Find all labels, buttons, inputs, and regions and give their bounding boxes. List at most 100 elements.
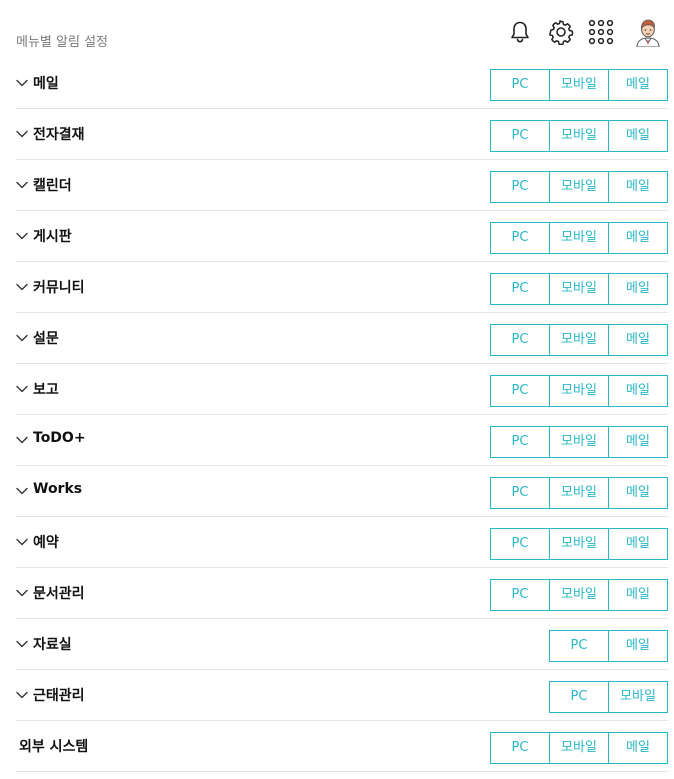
notify-channel-group: PC 모바일 메일	[490, 69, 668, 101]
notify-mobile-button[interactable]: 모바일	[549, 325, 608, 355]
menu-row: 보고 PC 모바일 메일	[16, 364, 668, 415]
menu-label[interactable]: 캘린더	[33, 175, 72, 195]
chevron-down-icon[interactable]	[16, 538, 28, 546]
menu-row: 커뮤니티 PC 모바일 메일	[16, 262, 668, 313]
notify-channel-group: PC 모바일 메일	[490, 222, 668, 254]
menu-label[interactable]: 설문	[33, 328, 59, 348]
menu-list: 메일 PC 모바일 메일 전자결재 PC 모바일 메일 캘린더 PC 모바일 메일 게시판 PC 모바일 메일…	[16, 58, 668, 772]
notify-pc-button[interactable]: PC	[550, 631, 608, 661]
menu-label[interactable]: 근태관리	[33, 685, 85, 705]
chevron-down-icon[interactable]	[16, 232, 28, 240]
notify-mail-button[interactable]: 메일	[608, 376, 667, 406]
menu-row: 자료실 PC 메일	[16, 619, 668, 670]
notify-pc-button[interactable]: PC	[491, 70, 549, 100]
notify-channel-group: PC 모바일 메일	[490, 477, 668, 509]
notify-mobile-button[interactable]: 모바일	[549, 427, 608, 457]
notify-mobile-button[interactable]: 모바일	[549, 733, 608, 763]
gear-icon[interactable]	[547, 18, 575, 46]
notify-mobile-button[interactable]: 모바일	[549, 478, 608, 508]
notify-mail-button[interactable]: 메일	[608, 325, 667, 355]
menu-label[interactable]: 게시판	[33, 226, 72, 246]
menu-row: 외부 시스템 PC 모바일 메일	[16, 721, 668, 772]
avatar[interactable]	[633, 17, 663, 47]
menu-label[interactable]: ToDO+	[33, 430, 86, 446]
menu-row: 예약 PC 모바일 메일	[16, 517, 668, 568]
notify-channel-group: PC 메일	[549, 630, 668, 662]
notify-channel-group: PC 모바일 메일	[490, 120, 668, 152]
notify-channel-group: PC 모바일 메일	[490, 528, 668, 560]
menu-label[interactable]: 메일	[33, 73, 59, 93]
notify-mobile-button[interactable]: 모바일	[549, 376, 608, 406]
menu-label[interactable]: 예약	[33, 532, 59, 552]
chevron-down-icon[interactable]	[16, 283, 28, 291]
notify-channel-group: PC 모바일 메일	[490, 732, 668, 764]
chevron-down-icon[interactable]	[16, 640, 28, 648]
menu-label[interactable]: 보고	[33, 379, 59, 399]
chevron-down-icon[interactable]	[16, 589, 28, 597]
notify-pc-button[interactable]: PC	[491, 223, 549, 253]
notify-channel-group: PC 모바일 메일	[490, 273, 668, 305]
notify-pc-button[interactable]: PC	[491, 274, 549, 304]
menu-row: 문서관리 PC 모바일 메일	[16, 568, 668, 619]
chevron-down-icon[interactable]	[16, 487, 28, 495]
notify-pc-button[interactable]: PC	[491, 376, 549, 406]
chevron-down-icon[interactable]	[16, 385, 28, 393]
notify-mobile-button[interactable]: 모바일	[549, 223, 608, 253]
notify-channel-group: PC 모바일 메일	[490, 171, 668, 203]
chevron-down-icon[interactable]	[16, 130, 28, 138]
menu-row: 근태관리 PC 모바일	[16, 670, 668, 721]
menu-label[interactable]: 문서관리	[33, 583, 85, 603]
notify-pc-button[interactable]: PC	[550, 682, 608, 712]
notify-mail-button[interactable]: 메일	[608, 172, 667, 202]
notify-pc-button[interactable]: PC	[491, 172, 549, 202]
menu-row: 메일 PC 모바일 메일	[16, 58, 668, 109]
notify-pc-button[interactable]: PC	[491, 121, 549, 151]
notify-mobile-button[interactable]: 모바일	[608, 682, 667, 712]
bell-icon[interactable]	[506, 18, 534, 46]
menu-label[interactable]: Works	[33, 481, 82, 497]
notify-pc-button[interactable]: PC	[491, 580, 549, 610]
notify-channel-group: PC 모바일	[549, 681, 668, 713]
menu-row: 전자결재 PC 모바일 메일	[16, 109, 668, 160]
notify-mail-button[interactable]: 메일	[608, 274, 667, 304]
apps-grid-icon[interactable]	[587, 18, 615, 46]
menu-label[interactable]: 자료실	[33, 634, 72, 654]
header: 메뉴별 알림 설정	[0, 0, 674, 58]
menu-label[interactable]: 커뮤니티	[33, 277, 85, 297]
notify-mobile-button[interactable]: 모바일	[549, 529, 608, 559]
menu-row: Works PC 모바일 메일	[16, 466, 668, 517]
notify-pc-button[interactable]: PC	[491, 478, 549, 508]
notify-mail-button[interactable]: 메일	[608, 223, 667, 253]
notify-mail-button[interactable]: 메일	[608, 529, 667, 559]
page-title: 메뉴별 알림 설정	[16, 35, 108, 50]
notify-mobile-button[interactable]: 모바일	[549, 580, 608, 610]
notify-pc-button[interactable]: PC	[491, 325, 549, 355]
notify-channel-group: PC 모바일 메일	[490, 426, 668, 458]
notify-mail-button[interactable]: 메일	[608, 478, 667, 508]
menu-row: 캘린더 PC 모바일 메일	[16, 160, 668, 211]
notify-mail-button[interactable]: 메일	[608, 631, 667, 661]
notify-mail-button[interactable]: 메일	[608, 580, 667, 610]
menu-row: ToDO+ PC 모바일 메일	[16, 415, 668, 466]
menu-label[interactable]: 외부 시스템	[19, 736, 88, 756]
chevron-down-icon[interactable]	[16, 181, 28, 189]
notify-mail-button[interactable]: 메일	[608, 733, 667, 763]
chevron-down-icon[interactable]	[16, 334, 28, 342]
notify-pc-button[interactable]: PC	[491, 427, 549, 457]
chevron-down-icon[interactable]	[16, 436, 28, 444]
menu-row: 설문 PC 모바일 메일	[16, 313, 668, 364]
notify-mail-button[interactable]: 메일	[608, 121, 667, 151]
chevron-down-icon[interactable]	[16, 79, 28, 87]
notify-channel-group: PC 모바일 메일	[490, 375, 668, 407]
notify-pc-button[interactable]: PC	[491, 733, 549, 763]
notify-pc-button[interactable]: PC	[491, 529, 549, 559]
notify-mobile-button[interactable]: 모바일	[549, 274, 608, 304]
notify-mobile-button[interactable]: 모바일	[549, 172, 608, 202]
chevron-down-icon[interactable]	[16, 691, 28, 699]
notify-mobile-button[interactable]: 모바일	[549, 121, 608, 151]
notify-mail-button[interactable]: 메일	[608, 427, 667, 457]
notify-mail-button[interactable]: 메일	[608, 70, 667, 100]
menu-label[interactable]: 전자결재	[33, 124, 85, 144]
notify-mobile-button[interactable]: 모바일	[549, 70, 608, 100]
menu-row: 게시판 PC 모바일 메일	[16, 211, 668, 262]
